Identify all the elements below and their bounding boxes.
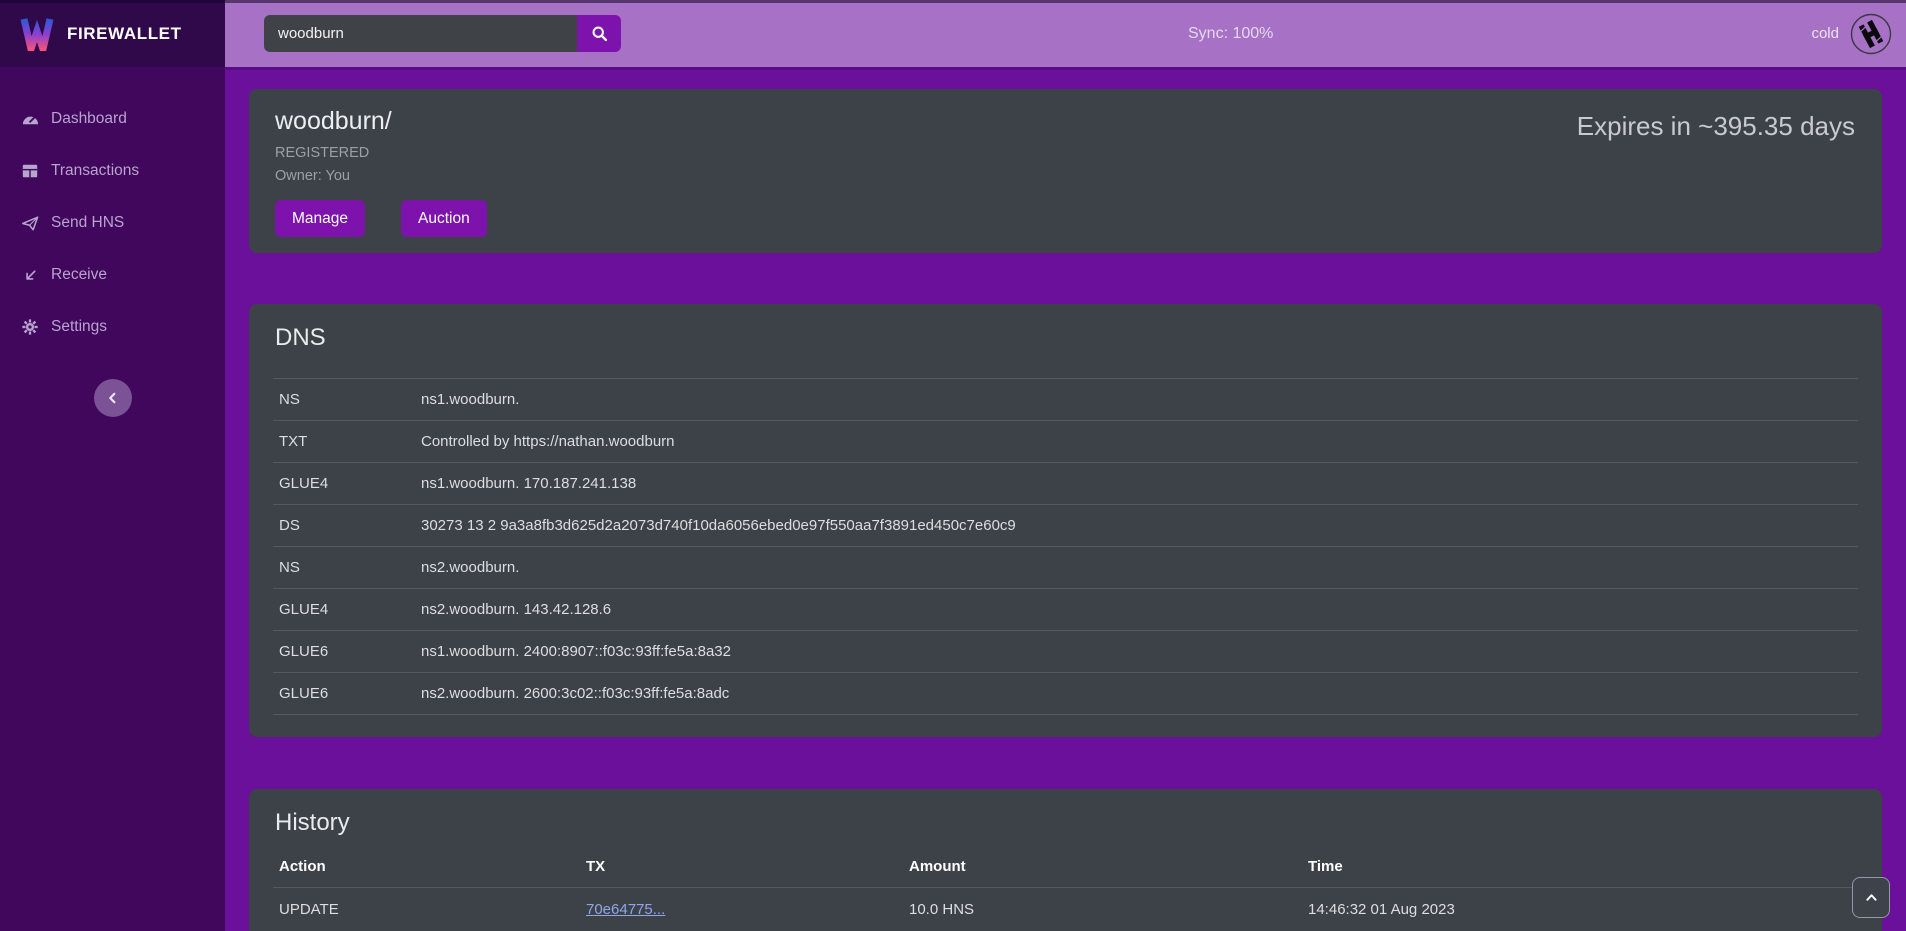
search-button[interactable] bbox=[577, 15, 621, 52]
dns-record-row: DS 30273 13 2 9a3a8fb3d625d2a2073d740f10… bbox=[273, 505, 1858, 547]
dns-record-row: GLUE4 ns2.woodburn. 143.42.128.6 bbox=[273, 589, 1858, 631]
expires-text: Expires in ~395.35 days bbox=[1577, 111, 1855, 142]
history-col-time: Time bbox=[1302, 847, 1858, 887]
sidebar-item-label: Transactions bbox=[51, 162, 139, 180]
history-row: UPDATE 70e64775... 10.0 HNS 14:46:32 01 … bbox=[273, 887, 1858, 931]
search-input[interactable] bbox=[264, 15, 577, 52]
dns-record-value: ns2.woodburn. 143.42.128.6 bbox=[415, 589, 1858, 631]
history-time: 14:46:32 01 Aug 2023 bbox=[1302, 887, 1858, 931]
gauge-icon bbox=[20, 109, 40, 129]
dns-record-value: ns1.woodburn. 170.187.241.138 bbox=[415, 463, 1858, 505]
history-table: Action TX Amount Time UPDATE 70e64775...… bbox=[273, 847, 1858, 931]
page-content: woodburn/ REGISTERED Owner: You Manage A… bbox=[225, 67, 1906, 931]
handshake-logo-icon[interactable] bbox=[1850, 13, 1892, 55]
sidebar-item-transactions[interactable]: Transactions bbox=[0, 145, 225, 197]
dns-record-type: NS bbox=[273, 379, 415, 421]
table-icon bbox=[20, 161, 40, 181]
brand-header: FIREWALLET bbox=[0, 0, 225, 67]
dns-record-value: Controlled by https://nathan.woodburn bbox=[415, 421, 1858, 463]
dns-title: DNS bbox=[275, 324, 1858, 352]
history-col-amount: Amount bbox=[903, 847, 1302, 887]
app-window: FIREWALLET Dashboard Transactions Send H… bbox=[0, 0, 1906, 931]
manage-button[interactable]: Manage bbox=[275, 200, 365, 237]
tx-link[interactable]: 70e64775... bbox=[586, 901, 665, 918]
sidebar-item-dashboard[interactable]: Dashboard bbox=[0, 93, 225, 145]
wallet-chip: cold bbox=[1811, 0, 1892, 67]
magnifier-icon bbox=[591, 25, 608, 42]
history-action: UPDATE bbox=[273, 887, 580, 931]
dns-record-value: ns2.woodburn. bbox=[415, 547, 1858, 589]
dns-record-row: TXT Controlled by https://nathan.woodbur… bbox=[273, 421, 1858, 463]
sidebar-item-label: Dashboard bbox=[51, 110, 127, 128]
dns-record-row: NS ns1.woodburn. bbox=[273, 379, 1858, 421]
history-title: History bbox=[275, 809, 1858, 837]
dns-table: NS ns1.woodburn. TXT Controlled by https… bbox=[273, 378, 1858, 715]
dns-record-value: ns1.woodburn. bbox=[415, 379, 1858, 421]
dns-record-row: GLUE6 ns1.woodburn. 2400:8907::f03c:93ff… bbox=[273, 631, 1858, 673]
history-header-row: Action TX Amount Time bbox=[273, 847, 1858, 887]
sidebar-collapse-button[interactable] bbox=[94, 379, 132, 417]
dns-record-value: ns1.woodburn. 2400:8907::f03c:93ff:fe5a:… bbox=[415, 631, 1858, 673]
dns-record-value: ns2.woodburn. 2600:3c02::f03c:93ff:fe5a:… bbox=[415, 673, 1858, 715]
gear-icon bbox=[20, 317, 40, 337]
dns-record-row: NS ns2.woodburn. bbox=[273, 547, 1858, 589]
domain-status: REGISTERED bbox=[275, 145, 1856, 161]
history-col-action: Action bbox=[273, 847, 580, 887]
domain-card: woodburn/ REGISTERED Owner: You Manage A… bbox=[249, 89, 1882, 253]
sidebar-item-label: Settings bbox=[51, 318, 107, 336]
dns-record-value: 30273 13 2 9a3a8fb3d625d2a2073d740f10da6… bbox=[415, 505, 1858, 547]
wallet-name: cold bbox=[1811, 25, 1839, 42]
sidebar-item-receive[interactable]: Receive bbox=[0, 249, 225, 301]
chevron-left-icon bbox=[106, 391, 120, 405]
history-col-tx: TX bbox=[580, 847, 903, 887]
main-column: Sync: 100% cold bbox=[225, 0, 1906, 931]
dns-record-type: GLUE4 bbox=[273, 589, 415, 631]
domain-owner: Owner: You bbox=[275, 168, 1856, 184]
sidebar-item-label: Send HNS bbox=[51, 214, 124, 232]
sync-status: Sync: 100% bbox=[1188, 0, 1273, 67]
dns-record-type: NS bbox=[273, 547, 415, 589]
brand-name: FIREWALLET bbox=[67, 24, 182, 44]
auction-button[interactable]: Auction bbox=[401, 200, 487, 237]
scroll-to-top-button[interactable] bbox=[1852, 877, 1890, 918]
dns-record-type: DS bbox=[273, 505, 415, 547]
search-bar bbox=[264, 15, 621, 52]
history-amount: 10.0 HNS bbox=[903, 887, 1302, 931]
dns-record-type: GLUE6 bbox=[273, 631, 415, 673]
history-card: History Action TX Amount Time UPDATE bbox=[249, 789, 1882, 931]
sidebar-item-settings[interactable]: Settings bbox=[0, 301, 225, 353]
domain-actions: Manage Auction bbox=[275, 200, 1856, 237]
topbar: Sync: 100% cold bbox=[225, 0, 1906, 67]
dns-card: DNS NS ns1.woodburn. TXT Controlled by h… bbox=[249, 304, 1882, 737]
dns-record-type: GLUE6 bbox=[273, 673, 415, 715]
sidebar-item-label: Receive bbox=[51, 266, 107, 284]
arrow-down-left-icon bbox=[20, 265, 40, 285]
chevron-up-icon bbox=[1864, 890, 1879, 905]
paper-plane-icon bbox=[20, 213, 40, 233]
dns-record-type: GLUE4 bbox=[273, 463, 415, 505]
sidebar: FIREWALLET Dashboard Transactions Send H… bbox=[0, 0, 225, 931]
firewallet-logo-icon bbox=[20, 17, 54, 51]
dns-record-row: GLUE6 ns2.woodburn. 2600:3c02::f03c:93ff… bbox=[273, 673, 1858, 715]
sidebar-item-send-hns[interactable]: Send HNS bbox=[0, 197, 225, 249]
dns-record-row: GLUE4 ns1.woodburn. 170.187.241.138 bbox=[273, 463, 1858, 505]
sidebar-nav: Dashboard Transactions Send HNS Receive bbox=[0, 67, 225, 417]
dns-record-type: TXT bbox=[273, 421, 415, 463]
